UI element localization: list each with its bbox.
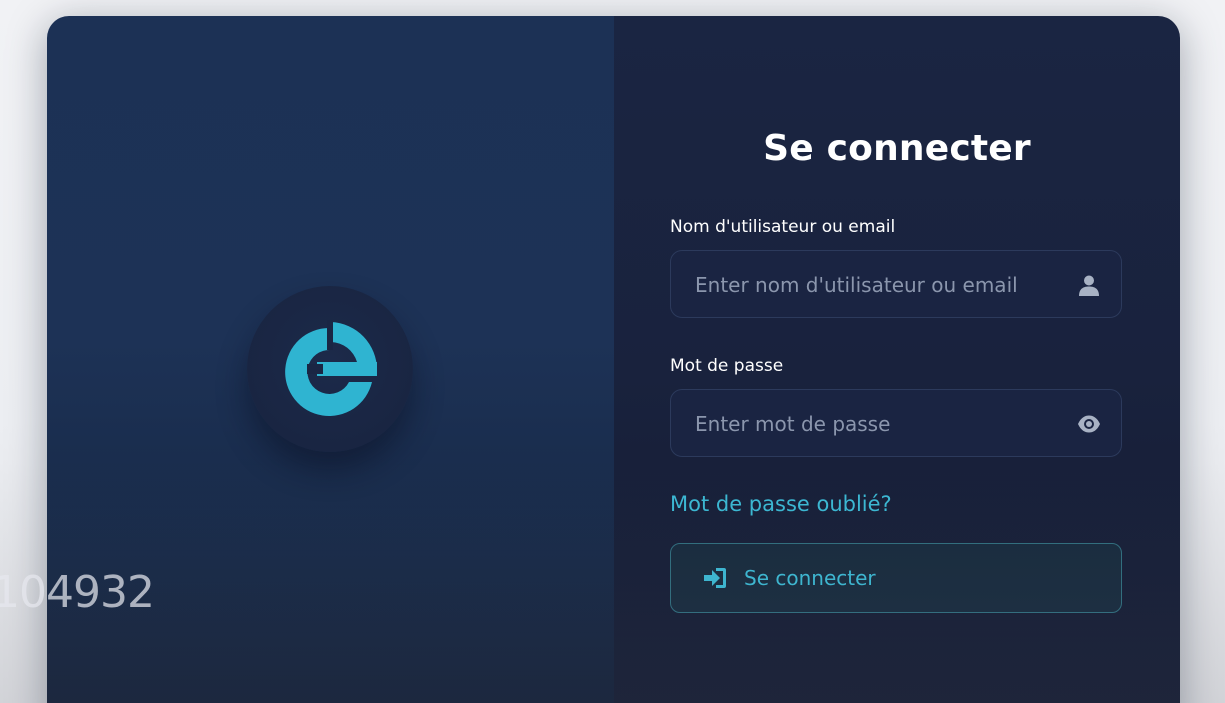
- e-logo-icon: [285, 320, 377, 416]
- login-form-panel: Se connecter Nom d'utilisateur ou email …: [614, 16, 1180, 703]
- password-input[interactable]: [693, 390, 1057, 458]
- user-icon: [1079, 275, 1099, 296]
- page-title: Se connecter: [763, 128, 1031, 169]
- eye-icon[interactable]: [1075, 412, 1103, 436]
- password-label: Mot de passe: [670, 356, 784, 376]
- password-field[interactable]: [670, 389, 1122, 458]
- login-card: Se connecter Nom d'utilisateur ou email …: [47, 16, 1180, 703]
- username-label: Nom d'utilisateur ou email: [670, 217, 896, 237]
- forgot-password-link[interactable]: Mot de passe oublié?: [670, 492, 892, 516]
- login-button-label: Se connecter: [744, 566, 876, 590]
- login-button[interactable]: Se connecter: [670, 543, 1122, 613]
- overlay-number: 104932: [0, 567, 155, 618]
- logo-badge: [247, 286, 413, 452]
- username-input[interactable]: [693, 251, 1057, 319]
- login-arrow-icon: [704, 568, 726, 588]
- username-field[interactable]: [670, 250, 1122, 319]
